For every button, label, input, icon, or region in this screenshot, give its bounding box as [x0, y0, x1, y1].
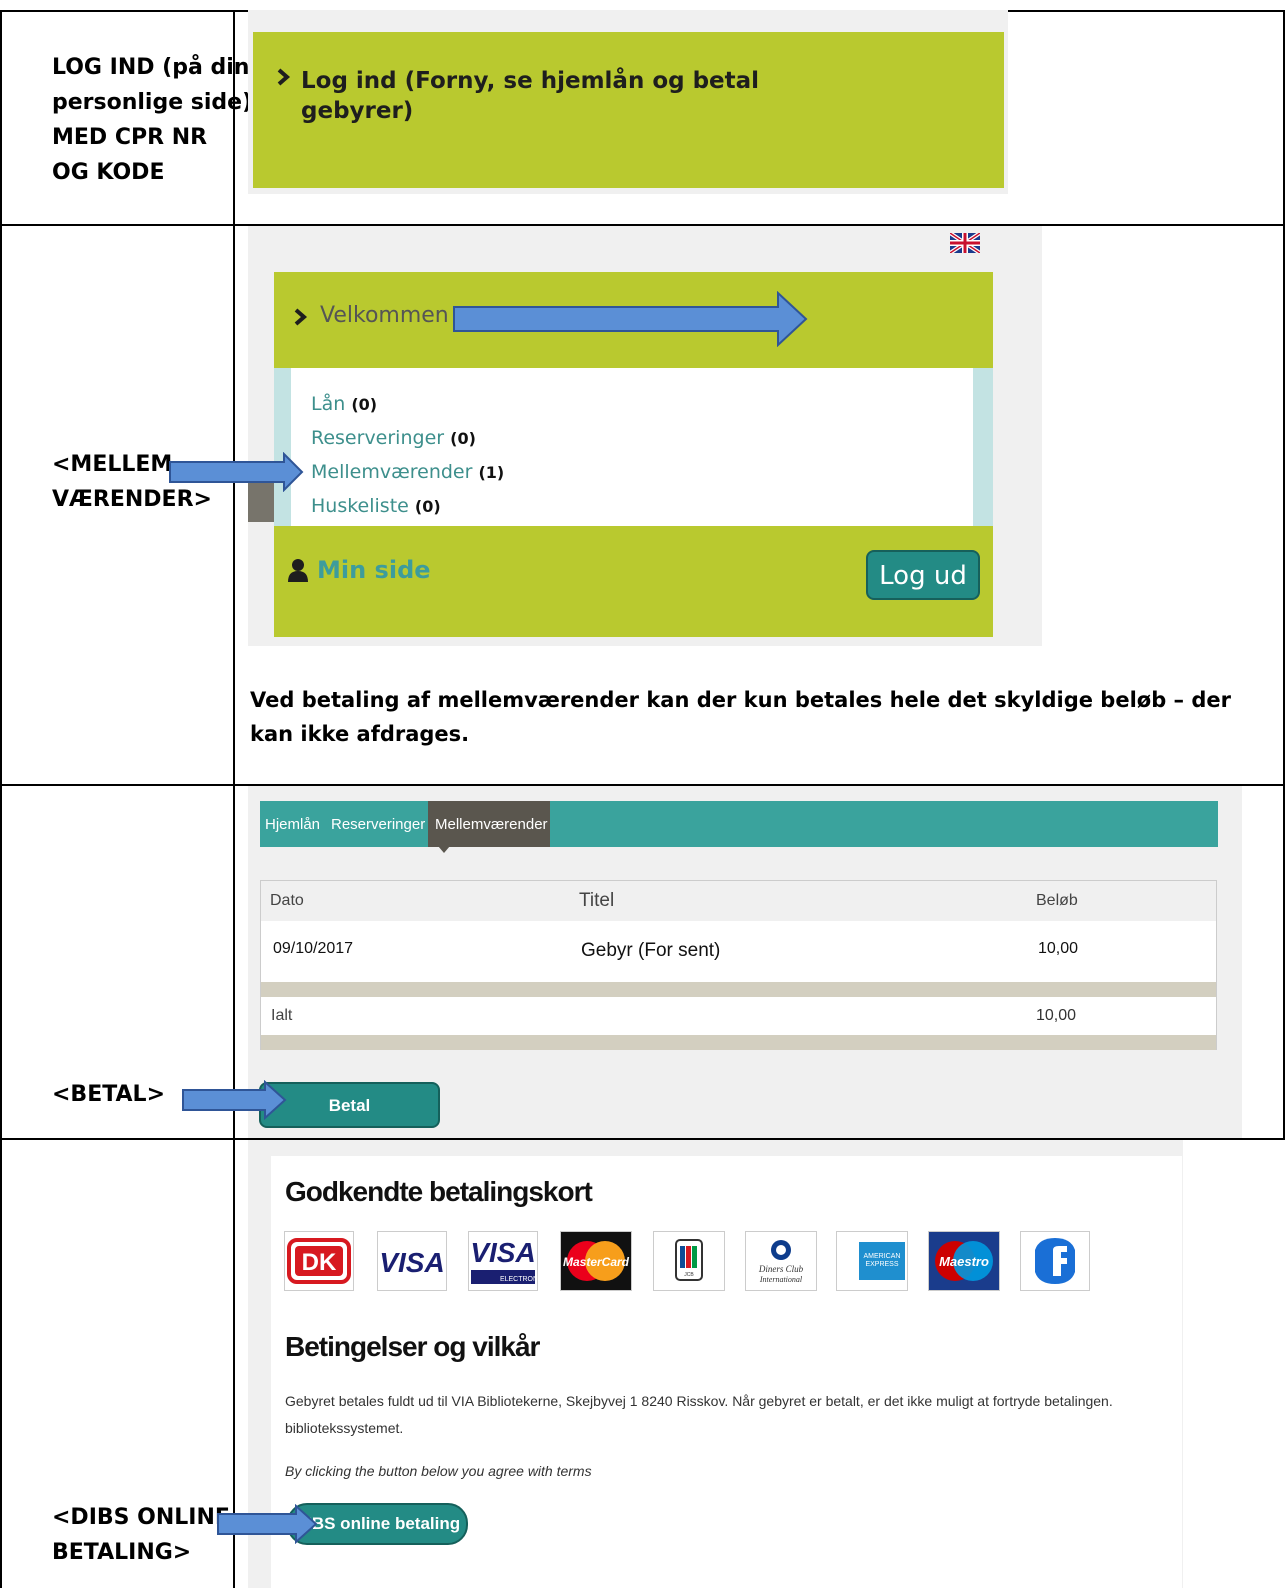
- total-label: Ialt: [271, 1007, 293, 1024]
- tab-hjemlaan[interactable]: Hjemlån: [265, 816, 320, 833]
- agree-text: By clicking the button below you agree w…: [285, 1463, 592, 1479]
- terms-text-cont: bibliotekssystemet.: [285, 1420, 404, 1436]
- arrow-right-icon: [169, 452, 304, 492]
- forbrugsforeningen-card-icon: [1020, 1231, 1090, 1291]
- svg-text:AMERICAN: AMERICAN: [864, 1253, 901, 1260]
- chevron-right-icon: [294, 308, 308, 326]
- my-page-link[interactable]: Min side: [317, 556, 431, 584]
- terms-heading: Betingelser og vilkår: [285, 1331, 540, 1362]
- table-border-left: [0, 10, 2, 1588]
- arrow-right-icon: [182, 1080, 287, 1120]
- tab-pointer: [438, 846, 450, 853]
- chevron-right-icon: [277, 68, 291, 86]
- diners-club-card-icon: Diners Club International: [745, 1231, 817, 1291]
- svg-text:DK: DK: [302, 1249, 337, 1276]
- table-footer: [261, 1035, 1216, 1050]
- menu-item-mellemvaerender[interactable]: Mellemværender (1): [311, 461, 504, 483]
- login-panel[interactable]: Log ind (Forny, se hjemlån og betal geby…: [253, 32, 1004, 188]
- row-amount: 10,00: [1038, 940, 1079, 957]
- svg-text:VISA: VISA: [470, 1237, 535, 1268]
- table-separator: [261, 982, 1216, 997]
- table-col-divider: [233, 10, 235, 1588]
- amex-logo: AMERICAN EXPRESS: [859, 1242, 905, 1280]
- dk-card-icon: DK: [284, 1231, 354, 1291]
- arrow-right-icon: [453, 291, 808, 347]
- maestro-card-icon: Maestro: [928, 1231, 1000, 1291]
- menu-item-reserveringer[interactable]: Reserveringer (0): [311, 427, 476, 449]
- arrow-right-icon: [217, 1504, 318, 1544]
- tab-reserveringer[interactable]: Reserveringer: [331, 816, 425, 833]
- svg-text:International: International: [759, 1275, 803, 1284]
- american-express-card-icon: AMERICAN EXPRESS: [836, 1231, 908, 1291]
- terms-text: Gebyret betales fuldt ud til VIA Bibliot…: [285, 1393, 1113, 1409]
- visa-logo: VISA: [379, 1247, 444, 1278]
- welcome-text: Velkommen: [320, 303, 449, 328]
- visa-card-icon: VISA: [377, 1231, 447, 1291]
- tab-mellemvaerender[interactable]: Mellemværender: [435, 816, 548, 833]
- row-label-login: LOG IND (på din personlige side) MED CPR…: [52, 55, 253, 185]
- mastercard-card-icon: MasterCard: [560, 1231, 632, 1291]
- menu-item-huskeliste[interactable]: Huskeliste (0): [311, 495, 441, 517]
- login-heading[interactable]: Log ind (Forny, se hjemlån og betal geby…: [301, 66, 781, 126]
- svg-text:Diners Club: Diners Club: [758, 1264, 804, 1274]
- col-header-beloeb: Beløb: [1036, 892, 1078, 909]
- col-header-titel: Titel: [579, 890, 615, 911]
- user-icon: [288, 559, 308, 582]
- visa-electron-card-icon: VISA ELECTRON: [468, 1231, 538, 1291]
- svg-text:VISA: VISA: [379, 1247, 444, 1278]
- menu-item-laan[interactable]: Lån (0): [311, 393, 377, 415]
- maestro-logo: Maestro: [935, 1241, 993, 1281]
- jcb-card-icon: JCB: [653, 1231, 725, 1291]
- row-label-dibs: <DIBS ONLINE BETALING>: [52, 1505, 230, 1565]
- payment-note: Ved betaling af mellemværender kan der k…: [250, 688, 1231, 746]
- forbrugsforeningen-logo: [1035, 1238, 1075, 1284]
- svg-text:EXPRESS: EXPRESS: [865, 1261, 898, 1268]
- svg-text:Maestro: Maestro: [939, 1254, 989, 1269]
- row-title: Gebyr (For sent): [581, 940, 721, 961]
- dk-logo: DK: [287, 1238, 351, 1284]
- total-amount: 10,00: [1036, 1007, 1077, 1024]
- diners-club-logo: Diners Club International: [758, 1240, 804, 1284]
- svg-text:ELECTRON: ELECTRON: [500, 1276, 537, 1283]
- svg-text:MasterCard: MasterCard: [563, 1255, 630, 1269]
- logout-button[interactable]: Log ud: [866, 550, 980, 600]
- cards-heading: Godkendte betalingskort: [285, 1176, 593, 1207]
- mastercard-logo: MasterCard: [563, 1241, 630, 1281]
- col-header-dato: Dato: [270, 892, 304, 909]
- row-date: 09/10/2017: [273, 940, 354, 957]
- uk-flag-icon[interactable]: [950, 233, 980, 253]
- row-label-betal: <BETAL>: [52, 1082, 166, 1107]
- jcb-logo: JCB: [675, 1239, 703, 1281]
- svg-text:JCB: JCB: [684, 1272, 694, 1278]
- visa-electron-logo: VISA ELECTRON: [470, 1237, 538, 1284]
